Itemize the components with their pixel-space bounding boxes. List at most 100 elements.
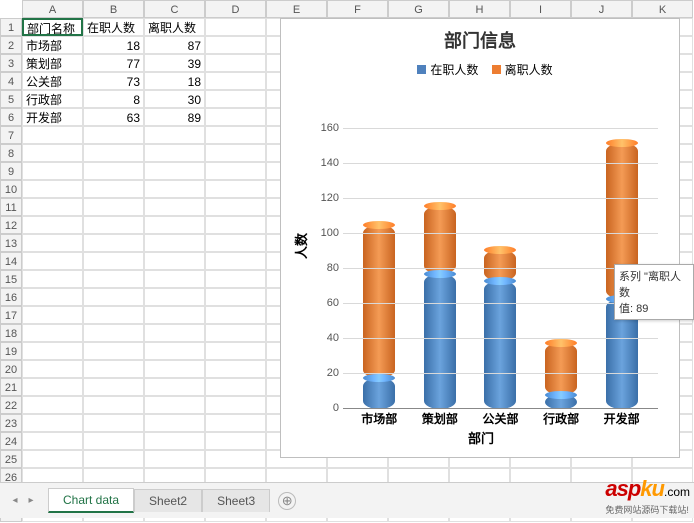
cell[interactable] [83, 270, 144, 288]
cell[interactable] [83, 216, 144, 234]
row-header-22[interactable]: 22 [0, 396, 22, 414]
cell[interactable] [205, 54, 266, 72]
cell[interactable] [205, 306, 266, 324]
col-header-I[interactable]: I [510, 0, 571, 18]
cell[interactable] [22, 306, 83, 324]
cell[interactable]: 策划部 [22, 54, 83, 72]
cell[interactable] [205, 414, 266, 432]
cell[interactable] [205, 378, 266, 396]
cell[interactable] [22, 216, 83, 234]
cell[interactable] [22, 288, 83, 306]
cell[interactable] [83, 144, 144, 162]
cell[interactable] [22, 144, 83, 162]
row-header-24[interactable]: 24 [0, 432, 22, 450]
cell[interactable] [83, 324, 144, 342]
cell[interactable] [205, 450, 266, 468]
cell[interactable] [144, 414, 205, 432]
cell[interactable] [22, 378, 83, 396]
cell[interactable] [83, 378, 144, 396]
tab-sheet3[interactable]: Sheet3 [202, 489, 270, 512]
cell[interactable] [83, 450, 144, 468]
row-header-2[interactable]: 2 [0, 36, 22, 54]
col-header-E[interactable]: E [266, 0, 327, 18]
col-header-G[interactable]: G [388, 0, 449, 18]
cell[interactable] [83, 306, 144, 324]
cell[interactable] [144, 126, 205, 144]
col-header-D[interactable]: D [205, 0, 266, 18]
cell[interactable]: 87 [144, 36, 205, 54]
cell[interactable]: 18 [83, 36, 144, 54]
bar-column[interactable]: 市场部 [360, 225, 398, 409]
cell[interactable]: 公关部 [22, 72, 83, 90]
col-header-J[interactable]: J [571, 0, 632, 18]
cell[interactable] [205, 162, 266, 180]
bar-column[interactable]: 公关部 [481, 250, 519, 409]
cell[interactable]: 离职人数 [144, 18, 205, 36]
cell[interactable]: 77 [83, 54, 144, 72]
cell[interactable] [22, 342, 83, 360]
row-header-18[interactable]: 18 [0, 324, 22, 342]
row-header-12[interactable]: 12 [0, 216, 22, 234]
cell[interactable] [205, 252, 266, 270]
cell[interactable] [144, 360, 205, 378]
cell[interactable] [205, 90, 266, 108]
cell[interactable] [205, 126, 266, 144]
cell[interactable] [205, 234, 266, 252]
add-sheet-icon[interactable]: ⊕ [278, 492, 296, 510]
cell[interactable] [22, 198, 83, 216]
bar-segment-off[interactable] [545, 343, 577, 396]
cell[interactable] [83, 288, 144, 306]
cell[interactable] [144, 378, 205, 396]
cell[interactable] [83, 198, 144, 216]
cell[interactable]: 行政部 [22, 90, 83, 108]
row-header-10[interactable]: 10 [0, 180, 22, 198]
cell[interactable] [205, 288, 266, 306]
cell[interactable] [144, 252, 205, 270]
cell[interactable]: 73 [83, 72, 144, 90]
cell[interactable]: 开发部 [22, 108, 83, 126]
cell[interactable] [144, 198, 205, 216]
cell[interactable] [144, 216, 205, 234]
cell[interactable] [205, 198, 266, 216]
cell[interactable]: 在职人数 [83, 18, 144, 36]
cell[interactable] [144, 162, 205, 180]
cell[interactable] [144, 288, 205, 306]
cell[interactable]: 18 [144, 72, 205, 90]
cell[interactable] [205, 360, 266, 378]
cell[interactable]: 8 [83, 90, 144, 108]
row-header-11[interactable]: 11 [0, 198, 22, 216]
col-header-C[interactable]: C [144, 0, 205, 18]
cell[interactable] [205, 324, 266, 342]
col-header-A[interactable]: A [22, 0, 83, 18]
cell[interactable] [205, 108, 266, 126]
cell[interactable] [83, 396, 144, 414]
bar-segment-on[interactable] [424, 274, 456, 409]
bar-column[interactable]: 行政部 [542, 343, 580, 410]
cell[interactable] [144, 180, 205, 198]
cell[interactable] [144, 306, 205, 324]
cell[interactable] [144, 270, 205, 288]
row-header-17[interactable]: 17 [0, 306, 22, 324]
cell[interactable] [205, 144, 266, 162]
row-header-7[interactable]: 7 [0, 126, 22, 144]
cell[interactable] [83, 252, 144, 270]
cell[interactable] [144, 450, 205, 468]
cell[interactable] [22, 270, 83, 288]
cell[interactable] [83, 126, 144, 144]
cell[interactable]: 30 [144, 90, 205, 108]
cell[interactable] [205, 180, 266, 198]
cell[interactable] [205, 72, 266, 90]
row-header-25[interactable]: 25 [0, 450, 22, 468]
cell[interactable] [22, 180, 83, 198]
cell[interactable] [144, 234, 205, 252]
col-header-H[interactable]: H [449, 0, 510, 18]
cell[interactable] [205, 396, 266, 414]
cell[interactable] [205, 432, 266, 450]
row-header-5[interactable]: 5 [0, 90, 22, 108]
cell[interactable] [144, 342, 205, 360]
row-header-14[interactable]: 14 [0, 252, 22, 270]
row-header-4[interactable]: 4 [0, 72, 22, 90]
tab-sheet2[interactable]: Sheet2 [134, 489, 202, 512]
cell[interactable] [22, 360, 83, 378]
tab-active[interactable]: Chart data [48, 488, 134, 513]
